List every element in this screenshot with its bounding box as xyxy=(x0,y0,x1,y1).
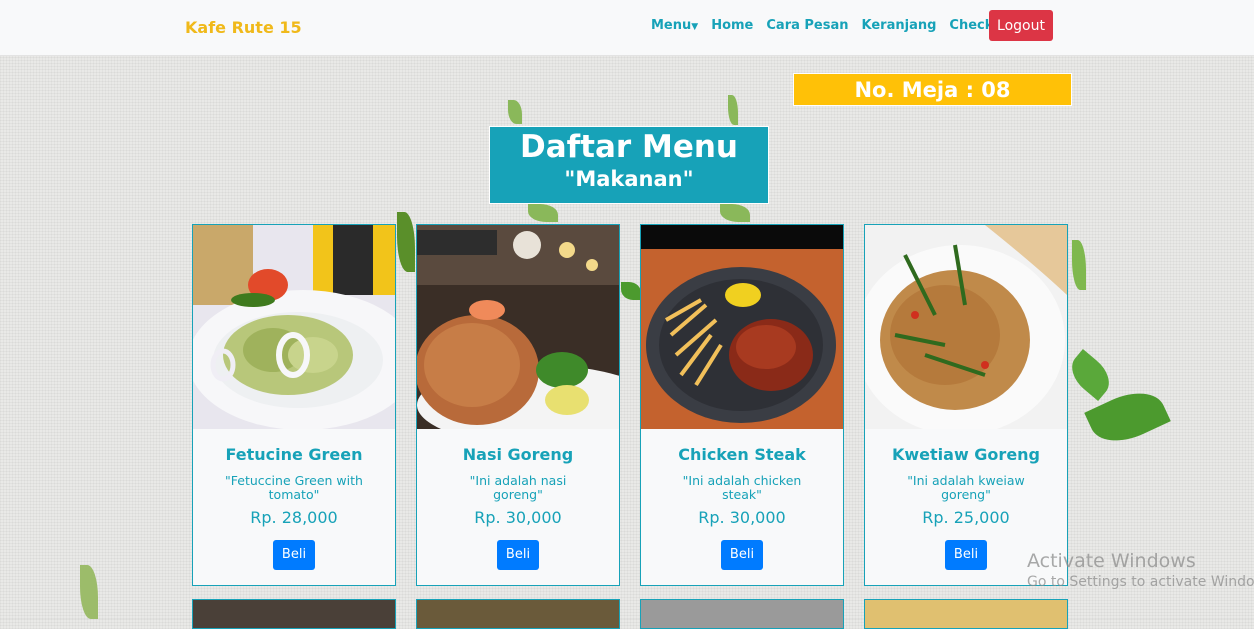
menu-item-name: Fetucine Green xyxy=(225,445,363,464)
activate-windows-watermark: Activate Windows Go to Settings to activ… xyxy=(1027,550,1254,590)
nasi-goreng-photo xyxy=(417,225,619,429)
menu-item-description: "Fetuccine Green with tomato" xyxy=(225,473,363,502)
menu-item-name: Nasi Goreng xyxy=(462,445,574,464)
menu-header: Daftar Menu "Makanan" xyxy=(489,126,769,204)
background-leaf xyxy=(720,204,750,222)
chevron-down-icon: ▼ xyxy=(691,22,699,32)
table-number-badge: No. Meja : 08 xyxy=(793,73,1072,106)
menu-card: Nasi Goreng "Ini adalah nasi goreng" Rp.… xyxy=(416,224,620,586)
buy-button[interactable]: Beli xyxy=(945,540,987,570)
fetucine-green-photo xyxy=(193,225,395,429)
menu-card-next-row xyxy=(864,599,1068,629)
background-leaf xyxy=(728,95,738,125)
background-leaf xyxy=(1072,240,1086,290)
nav-menu-dropdown[interactable]: Menu▼ xyxy=(651,18,698,33)
menu-item-price: Rp. 25,000 xyxy=(922,508,1010,527)
nav-menu-label: Menu xyxy=(651,18,692,33)
nav-home[interactable]: Home xyxy=(711,18,753,33)
menu-item-price: Rp. 30,000 xyxy=(698,508,786,527)
menu-card: Chicken Steak "Ini adalah chicken steak"… xyxy=(640,224,844,586)
menu-item-name: Kwetiaw Goreng xyxy=(891,445,1041,464)
menu-item-name: Chicken Steak xyxy=(678,445,806,464)
buy-button[interactable]: Beli xyxy=(721,540,763,570)
background-leaf xyxy=(621,282,641,300)
background-leaf xyxy=(397,212,415,272)
background-leaf xyxy=(1063,349,1118,401)
buy-button[interactable]: Beli xyxy=(497,540,539,570)
background-leaf xyxy=(528,204,558,222)
menu-card: Kwetiaw Goreng "Ini adalah kweiaw goreng… xyxy=(864,224,1068,586)
menu-item-price: Rp. 30,000 xyxy=(474,508,562,527)
menu-item-price: Rp. 28,000 xyxy=(250,508,338,527)
chicken-steak-photo xyxy=(641,225,843,429)
buy-button[interactable]: Beli xyxy=(273,540,315,570)
nav-keranjang[interactable]: Keranjang xyxy=(862,18,937,33)
menu-item-description: "Ini adalah chicken steak" xyxy=(682,473,802,502)
background-leaf xyxy=(80,565,98,619)
watermark-title: Activate Windows xyxy=(1027,550,1196,572)
watermark-subtitle: Go to Settings to activate Windows. xyxy=(1027,574,1254,590)
kwetiaw-goreng-photo xyxy=(865,225,1067,429)
page-title: Daftar Menu xyxy=(520,129,738,165)
brand-logo[interactable]: Kafe Rute 15 xyxy=(185,18,302,37)
logout-button[interactable]: Logout xyxy=(989,10,1053,41)
menu-card-next-row xyxy=(640,599,844,629)
menu-card-next-row xyxy=(192,599,396,629)
navbar: Kafe Rute 15 Menu▼ Home Cara Pesan Keran… xyxy=(0,0,1254,56)
menu-item-description: "Ini adalah nasi goreng" xyxy=(469,473,567,502)
nav-links: Menu▼ Home Cara Pesan Keranjang Checkout xyxy=(651,18,1017,33)
menu-item-description: "Ini adalah kweiaw goreng" xyxy=(907,473,1025,502)
page-subtitle: "Makanan" xyxy=(564,167,694,191)
menu-card-next-row xyxy=(416,599,620,629)
nav-cara-pesan[interactable]: Cara Pesan xyxy=(766,18,848,33)
background-leaf xyxy=(508,100,522,124)
menu-card: Fetucine Green "Fetuccine Green with tom… xyxy=(192,224,396,586)
